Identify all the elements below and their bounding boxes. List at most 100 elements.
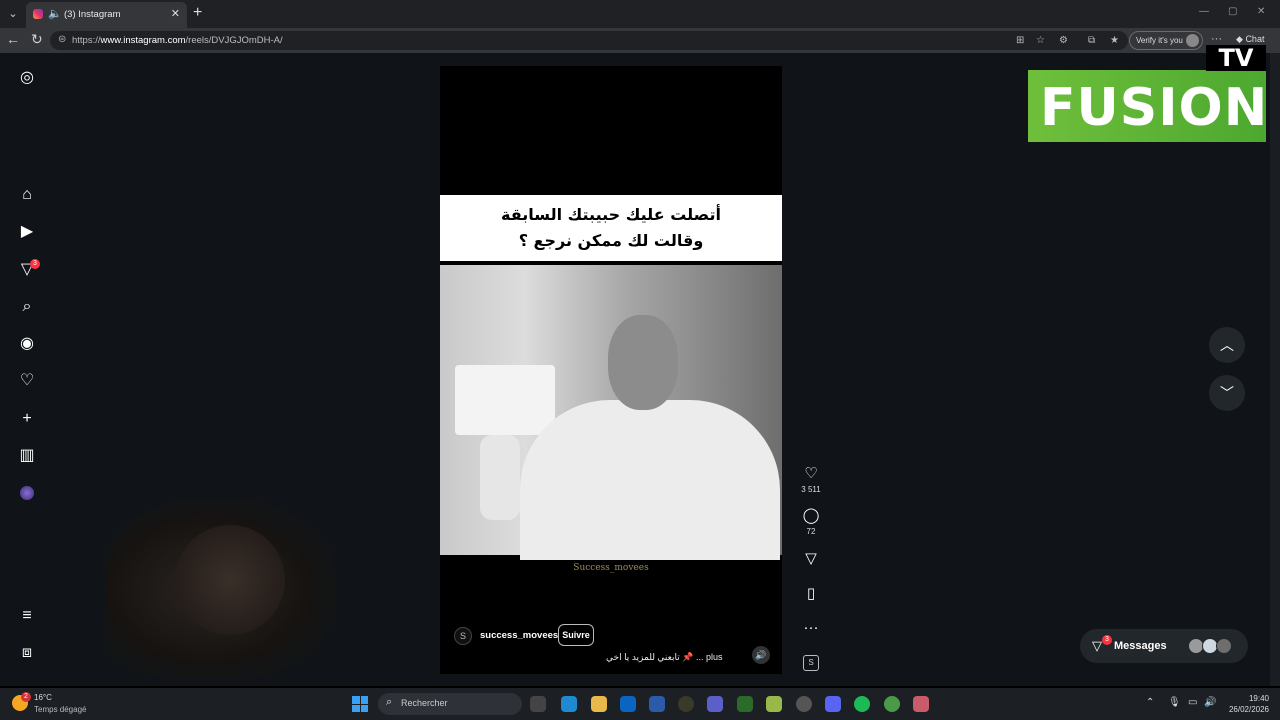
app-icon[interactable] (678, 696, 694, 712)
previous-reel-chevron-up-icon[interactable]: ︿ (1209, 327, 1245, 363)
profile-avatar[interactable] (20, 486, 34, 500)
new-tab-plus-icon[interactable]: + (193, 4, 202, 22)
instagram-sidebar: ◎ ⌂ ▶ ▽ 3 ⌕ ◉ ♡ + ▥ ≡ ⧈ (0, 53, 56, 686)
extensions-icon[interactable]: ⚙ (1059, 35, 1068, 46)
instagram-logo-icon[interactable]: ◎ (17, 68, 37, 88)
original-audio-thumbnail[interactable]: S (803, 655, 819, 671)
reload-icon[interactable]: ↻ (31, 31, 43, 48)
reel-frame-image (440, 265, 782, 560)
split-screen-icon[interactable]: ⧉ (1088, 35, 1095, 46)
search-icon: ⌕ (386, 696, 393, 708)
speaker-icon[interactable]: 🔊 (1204, 697, 1216, 708)
comment-icon[interactable]: ◯ (800, 507, 822, 525)
taskbar-search[interactable]: ⌕ Rechercher (378, 693, 522, 715)
home-icon[interactable]: ⌂ (17, 185, 37, 205)
messages-label: Messages (1114, 640, 1167, 652)
outlook-icon[interactable] (620, 696, 636, 712)
streamer-head (175, 525, 285, 635)
more-action[interactable]: ··· (800, 619, 822, 637)
edge-icon[interactable] (561, 696, 577, 712)
chrome-icon[interactable] (884, 696, 900, 712)
explore-icon[interactable]: ◉ (17, 334, 37, 354)
browser-nav-bar: ← ↻ ⊜ https://www.instagram.com/reels/DV… (0, 28, 1280, 53)
caption-line-1: أتصلت عليك حبيبتك السابقة (501, 205, 721, 224)
tab-list-chevron-icon[interactable]: ⌄ (4, 5, 22, 23)
author-avatar[interactable]: S (454, 627, 472, 645)
like-action[interactable]: ♡ 3 511 (800, 465, 822, 494)
insights-icon[interactable]: ▥ (17, 446, 37, 466)
more-options-icon[interactable]: ··· (800, 619, 822, 637)
threads-icon[interactable]: ⧈ (17, 643, 37, 663)
page-scrollbar[interactable] (1270, 53, 1280, 686)
terminal-icon[interactable] (737, 696, 753, 712)
follow-button[interactable]: Suivre (558, 624, 594, 646)
address-bar[interactable]: ⊜ https://www.instagram.com/reels/DVJGJO… (50, 31, 1128, 50)
comment-count: 72 (806, 527, 816, 536)
store-icon[interactable] (649, 696, 665, 712)
taskbar-clock[interactable]: 19:40 26/02/2026 (1225, 693, 1269, 715)
reel-caption-band: أتصلت عليك حبيبتك السابقة وقالت لك ممكن … (440, 195, 782, 261)
site-info-icon[interactable]: ⊜ (58, 34, 66, 45)
author-username[interactable]: success_movees (480, 630, 558, 641)
fusion-tv-logo: FUSION (1028, 70, 1269, 142)
windows-taskbar: 2 16°C Temps dégagé ⌕ Rechercher ⌃ 🎙 ▭ 🔊… (0, 688, 1280, 720)
teams-icon[interactable] (707, 696, 723, 712)
heart-icon[interactable]: ♡ (800, 465, 822, 483)
share-action[interactable]: ▽ (800, 550, 822, 568)
active-app-icon[interactable] (913, 696, 929, 712)
person-head (608, 315, 678, 410)
windows-start-icon[interactable] (352, 696, 368, 712)
volume-icon[interactable]: 🔊 (752, 646, 770, 664)
conversation-avatar (1216, 638, 1232, 654)
instagram-favicon-icon (33, 9, 43, 19)
weather-temperature[interactable]: 16°C (34, 693, 52, 702)
tab-close-icon[interactable]: ✕ (171, 7, 180, 20)
discord-icon[interactable] (825, 696, 841, 712)
clock-date: 26/02/2026 (1228, 705, 1269, 714)
caption-line-2: وقالت لك ممكن نرجع ؟ (518, 231, 704, 250)
tv-logo-text: TV (1206, 45, 1266, 71)
app-icon[interactable] (766, 696, 782, 712)
favorites-icon[interactable]: ★ (1110, 35, 1119, 46)
search-placeholder: Rechercher (401, 698, 448, 708)
save-action[interactable]: ▯ (800, 585, 822, 603)
bookmark-icon[interactable]: ▯ (800, 585, 822, 603)
reel-video[interactable]: أتصلت عليك حبيبتك السابقة وقالت لك ممكن … (440, 66, 782, 674)
network-icon[interactable]: ▭ (1188, 697, 1197, 708)
search-icon[interactable]: ⌕ (17, 297, 37, 317)
file-explorer-icon[interactable] (591, 696, 607, 712)
reel-description[interactable]: تابعني للمزيد يا اخي 📌 ... plus (606, 652, 722, 663)
plus-icon[interactable]: + (17, 409, 37, 429)
clock-time: 19:40 (1248, 694, 1269, 703)
profile-avatar-icon (1186, 34, 1199, 47)
direct-badge: 3 (30, 259, 40, 269)
favorite-star-icon[interactable]: ☆ (1036, 35, 1045, 46)
menu-icon[interactable]: ≡ (17, 606, 37, 626)
restore-icon[interactable]: ▢ (1228, 6, 1237, 17)
tray-chevron-up-icon[interactable]: ⌃ (1146, 697, 1154, 708)
back-arrow-icon[interactable]: ← (6, 31, 20, 47)
direct-icon: ▽ (1092, 638, 1102, 653)
window-close-icon[interactable]: ✕ (1257, 6, 1265, 17)
verify-profile-button[interactable]: Verify it's you (1129, 31, 1203, 50)
browser-tab-instagram[interactable]: 🔈 (3) Instagram ✕ (26, 2, 187, 28)
audio-playing-icon[interactable]: 🔈 (48, 7, 62, 20)
reels-icon[interactable]: ▶ (17, 222, 37, 242)
url-text[interactable]: https://www.instagram.com/reels/DVJGJOmD… (72, 35, 283, 46)
reading-view-icon[interactable]: ⊞ (1016, 35, 1024, 46)
next-reel-chevron-down-icon[interactable]: ﹀ (1209, 375, 1245, 411)
comment-action[interactable]: ◯ 72 (800, 507, 822, 536)
person-body (520, 400, 780, 560)
heart-icon[interactable]: ♡ (17, 371, 37, 391)
weather-description[interactable]: Temps dégagé (34, 705, 86, 714)
minimize-icon[interactable]: — (1199, 6, 1209, 17)
obs-icon[interactable] (796, 696, 812, 712)
weather-badge: 2 (21, 692, 31, 702)
share-icon[interactable]: ▽ (800, 550, 822, 568)
microphone-icon[interactable]: 🎙 (1168, 697, 1181, 708)
man-on-phone (520, 315, 780, 560)
messages-button[interactable]: ▽ 3 Messages (1080, 629, 1248, 663)
task-view-icon[interactable] (530, 696, 546, 712)
fusion-logo-text: FUSION (1040, 78, 1269, 138)
spotify-icon[interactable] (854, 696, 870, 712)
